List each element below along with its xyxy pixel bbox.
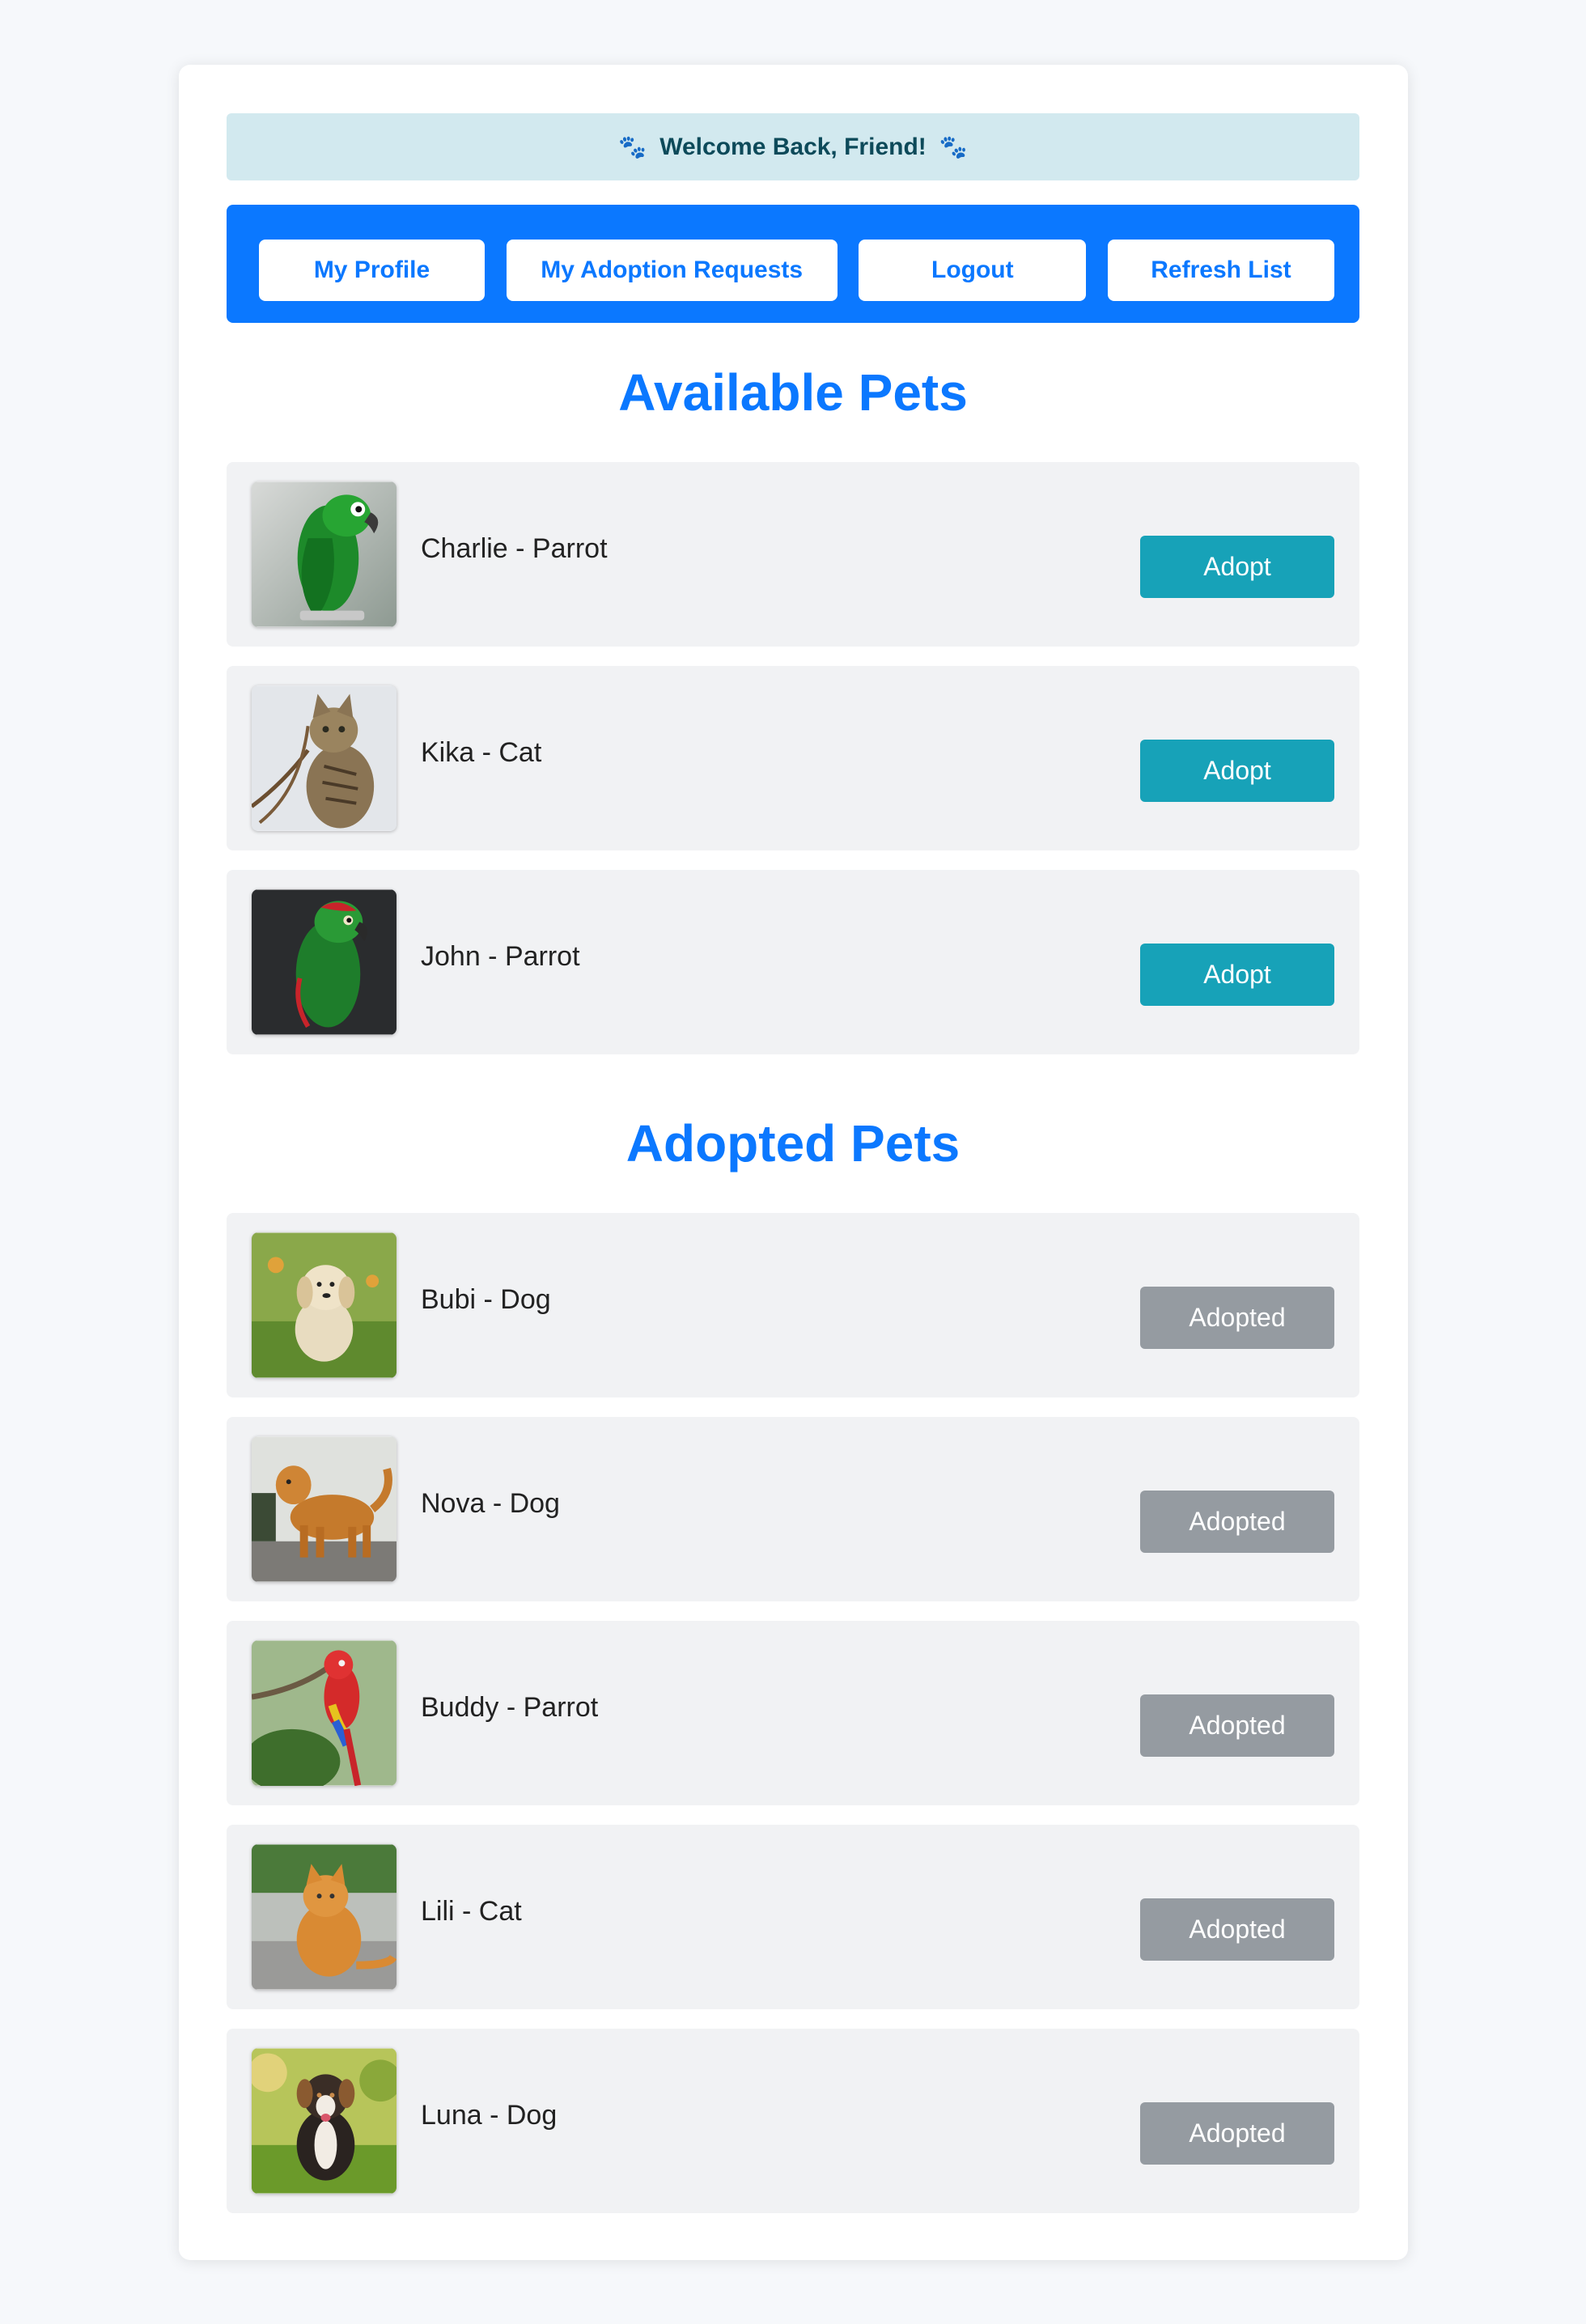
pet-name: Luna - Dog <box>421 2100 558 2131</box>
pet-name: Kika - Cat <box>421 737 542 768</box>
adopted-status-button: Adopted <box>1140 1898 1334 1961</box>
welcome-banner: 🐾 Welcome Back, Friend! 🐾 <box>227 113 1359 180</box>
pet-photo <box>252 1436 396 1582</box>
adopted-pets-title: Adopted Pets <box>625 1114 961 1173</box>
pet-name: Bubi - Dog <box>421 1284 551 1315</box>
main-card: 🐾 Welcome Back, Friend! 🐾 My Profile My … <box>179 65 1408 2260</box>
pet-card: Charlie - Parrot Adopt <box>227 462 1359 647</box>
paw-icon: 🐾 <box>939 134 968 159</box>
australian-shepherd-icon <box>252 2048 396 2194</box>
adopt-button[interactable]: Adopt <box>1140 944 1334 1006</box>
pet-photo <box>252 1232 396 1378</box>
adopt-button[interactable]: Adopt <box>1140 740 1334 802</box>
pet-photo <box>252 2048 396 2194</box>
pet-photo <box>252 889 396 1035</box>
green-parrot-icon <box>252 481 396 627</box>
content: 🐾 Welcome Back, Friend! 🐾 My Profile My … <box>227 113 1359 2233</box>
pet-card: Nova - Dog Adopted <box>227 1417 1359 1601</box>
my-profile-button[interactable]: My Profile <box>259 240 485 301</box>
available-pets-list: Charlie - Parrot Adopt Kika - Cat Adopt … <box>227 462 1359 1054</box>
welcome-text: Welcome Back, Friend! <box>659 133 927 160</box>
adopted-status-button: Adopted <box>1140 1491 1334 1553</box>
pet-card: Buddy - Parrot Adopted <box>227 1621 1359 1805</box>
adopted-status-button: Adopted <box>1140 2102 1334 2165</box>
refresh-list-button[interactable]: Refresh List <box>1107 240 1334 301</box>
adopt-button[interactable]: Adopt <box>1140 536 1334 598</box>
green-parrot-dark-icon <box>252 889 396 1035</box>
orange-cat-icon <box>252 1844 396 1990</box>
adopted-status-button: Adopted <box>1140 1694 1334 1757</box>
adopted-status-button: Adopted <box>1140 1287 1334 1349</box>
scarlet-macaw-icon <box>252 1640 396 1786</box>
adopted-pets-list: Bubi - Dog Adopted Nova - Dog Adopted Bu… <box>227 1213 1359 2213</box>
nav-bar: My Profile My Adoption Requests Logout R… <box>227 205 1359 323</box>
golden-retriever-icon <box>252 1436 396 1582</box>
pet-name: John - Parrot <box>421 941 580 972</box>
pet-card: Luna - Dog Adopted <box>227 2029 1359 2213</box>
pet-photo <box>252 1640 396 1786</box>
pet-name: Nova - Dog <box>421 1488 560 1519</box>
tabby-cat-icon <box>252 685 396 831</box>
pet-photo <box>252 685 396 831</box>
pet-card: Kika - Cat Adopt <box>227 666 1359 850</box>
pet-card: Lili - Cat Adopted <box>227 1825 1359 2009</box>
pet-photo <box>252 481 396 627</box>
available-pets-title: Available Pets <box>618 363 968 422</box>
pet-card: Bubi - Dog Adopted <box>227 1213 1359 1397</box>
puppy-icon <box>252 1232 396 1378</box>
logout-button[interactable]: Logout <box>859 240 1087 301</box>
pet-name: Buddy - Parrot <box>421 1692 599 1723</box>
pet-photo <box>252 1844 396 1990</box>
pet-name: Charlie - Parrot <box>421 533 608 564</box>
pet-name: Lili - Cat <box>421 1896 522 1927</box>
my-adoption-requests-button[interactable]: My Adoption Requests <box>506 240 838 301</box>
pet-card: John - Parrot Adopt <box>227 870 1359 1054</box>
paw-icon: 🐾 <box>618 134 647 159</box>
